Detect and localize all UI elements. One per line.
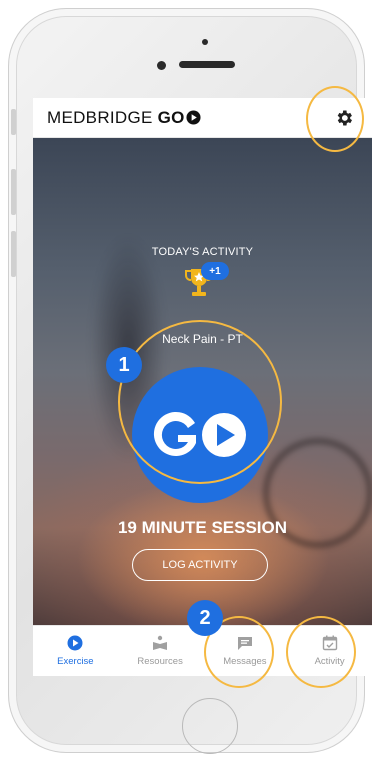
tab-activity[interactable]: Activity	[287, 626, 372, 676]
streak-badge: +1	[201, 262, 229, 280]
tab-label: Resources	[137, 656, 183, 667]
tab-label: Exercise	[57, 656, 94, 667]
earpiece-speaker	[179, 61, 235, 68]
play-circle-icon	[67, 635, 83, 651]
front-camera	[157, 61, 166, 70]
step-2-badge: 2	[187, 600, 223, 636]
tab-label: Messages	[223, 656, 267, 667]
go-button[interactable]: GO	[132, 367, 268, 503]
step-1-badge: 1	[106, 347, 142, 383]
mute-switch	[11, 109, 16, 135]
go-play-icon	[153, 411, 246, 457]
today-activity-label: TODAY'S ACTIVITY	[151, 246, 254, 258]
brand-go: GO	[158, 108, 201, 128]
app-header: MEDBRIDGE GO	[33, 98, 372, 138]
reader-icon	[153, 635, 168, 650]
log-activity-button[interactable]: LOG ACTIVITY	[132, 549, 268, 581]
chat-icon	[237, 637, 252, 650]
tab-messages[interactable]: Messages	[203, 626, 288, 676]
volume-up-button	[11, 169, 16, 215]
tab-exercise[interactable]: Exercise	[33, 626, 118, 676]
app-screen: MEDBRIDGE GO TODAY'S ACTIVITY +1 Neck Pa…	[33, 98, 372, 676]
calendar-check-icon	[322, 635, 337, 651]
volume-down-button	[11, 231, 16, 277]
brand-go-text: GO	[157, 107, 185, 127]
session-length: 19 MINUTE SESSION	[117, 518, 288, 537]
home-button[interactable]	[182, 698, 238, 754]
proximity-sensor	[202, 39, 208, 45]
gear-icon[interactable]	[334, 108, 354, 128]
tab-resources[interactable]: Resources	[118, 626, 203, 676]
plan-name: Neck Pain - PT	[162, 332, 243, 346]
brand-name: MEDBRIDGE	[47, 107, 153, 127]
brand-logo: MEDBRIDGE GO	[47, 108, 201, 128]
brand-play-icon	[186, 110, 201, 125]
tab-label: Activity	[314, 656, 345, 667]
hero-section: TODAY'S ACTIVITY +1 Neck Pain - PT GO 19…	[33, 138, 372, 625]
